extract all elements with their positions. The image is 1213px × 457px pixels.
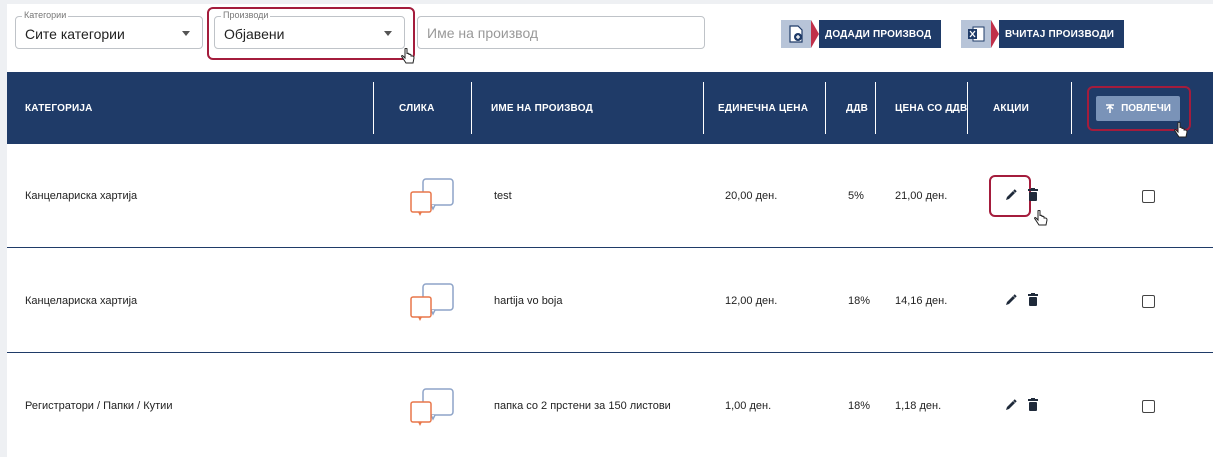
row-product-name: папка со 2 прстени за 150 листови <box>494 400 671 412</box>
row-price-with-vat: 21,00 ден. <box>895 190 948 202</box>
column-header-category[interactable]: КАТЕГОРИЈА <box>25 72 93 144</box>
column-divider <box>1071 82 1072 134</box>
column-divider <box>373 82 374 134</box>
category-select-value: Сите категории <box>25 26 125 42</box>
products-select-value: Објавени <box>224 26 285 42</box>
image-placeholder-icon[interactable] <box>409 178 457 218</box>
products-status-select[interactable]: Производи Објавени <box>214 10 405 49</box>
row-unit-price: 12,00 ден. <box>725 295 778 307</box>
table-row: Канцелариска хартија test 20,00 ден. 5% … <box>7 144 1213 248</box>
category-select[interactable]: Категории Сите категории <box>15 10 203 49</box>
product-search-field[interactable]: Име на производ <box>417 16 705 49</box>
import-products-notch <box>991 20 999 48</box>
upload-icon <box>1106 103 1115 113</box>
row-category: Канцелариска хартија <box>25 190 138 202</box>
import-products-button[interactable]: ВЧИТАЈ ПРОИЗВОДИ <box>961 20 1125 48</box>
row-category: Регистратори / Папки / Кутии <box>25 400 173 412</box>
pencil-icon[interactable] <box>1005 398 1017 411</box>
trash-icon[interactable] <box>1028 188 1038 201</box>
excel-icon <box>961 20 991 48</box>
add-product-label: ДОДАДИ ПРОИЗВОД <box>819 20 942 48</box>
product-search-placeholder: Име на производ <box>427 25 539 41</box>
row-category: Канцелариска хартија <box>25 295 138 307</box>
row-product-name: test <box>494 190 512 202</box>
column-header-actions: АКЦИИ <box>993 102 1030 114</box>
column-header-vat[interactable]: ДДВ <box>846 72 868 144</box>
row-actions <box>1005 293 1038 306</box>
image-placeholder-icon[interactable] <box>409 388 457 428</box>
document-add-icon <box>781 20 811 48</box>
column-divider <box>875 82 876 134</box>
row-actions <box>1005 188 1038 201</box>
products-panel: Категории Сите категории Производи Објав… <box>7 4 1213 457</box>
hand-cursor-icon <box>401 48 415 64</box>
pull-button-label: ПОВЛЕЧИ <box>1121 103 1171 114</box>
table-row: Регистратори / Папки / Кутии папка со 2 … <box>7 354 1213 457</box>
pencil-icon[interactable] <box>1005 188 1017 201</box>
column-divider <box>471 82 472 134</box>
pencil-icon[interactable] <box>1005 293 1017 306</box>
row-select-checkbox[interactable] <box>1142 295 1155 308</box>
hand-cursor-icon <box>1174 122 1188 138</box>
table-row: Канцелариска хартија hartija vo boja 12,… <box>7 249 1213 353</box>
hand-cursor-icon <box>1034 210 1048 226</box>
table-header: КАТЕГОРИЈА СЛИКА ИМЕ НА ПРОИЗВОД ЕДИНЕЧН… <box>7 72 1213 144</box>
column-divider <box>967 82 968 134</box>
column-header-image[interactable]: СЛИКА <box>399 72 435 144</box>
row-select-checkbox[interactable] <box>1142 400 1155 413</box>
trash-icon[interactable] <box>1028 293 1038 306</box>
category-select-legend: Категории <box>22 10 69 21</box>
row-vat: 5% <box>848 190 864 202</box>
import-products-label: ВЧИТАЈ ПРОИЗВОДИ <box>999 20 1125 48</box>
add-product-button[interactable]: ДОДАДИ ПРОИЗВОД <box>781 20 942 48</box>
row-unit-price: 1,00 ден. <box>725 400 772 412</box>
row-select-checkbox[interactable] <box>1142 190 1155 203</box>
column-header-name[interactable]: ИМЕ НА ПРОИЗВОД <box>491 72 593 144</box>
row-actions <box>1005 398 1038 411</box>
chevron-down-icon <box>384 31 392 36</box>
row-product-name: hartija vo boja <box>494 295 563 307</box>
pull-button[interactable]: ПОВЛЕЧИ <box>1096 96 1180 121</box>
row-price-with-vat: 14,16 ден. <box>895 295 948 307</box>
chevron-down-icon <box>182 31 190 36</box>
row-unit-price: 20,00 ден. <box>725 190 778 202</box>
column-divider <box>703 82 704 134</box>
row-vat: 18% <box>848 295 871 307</box>
trash-icon[interactable] <box>1028 398 1038 411</box>
row-price-with-vat: 1,18 ден. <box>895 400 942 412</box>
column-divider <box>825 82 826 134</box>
row-vat: 18% <box>848 400 871 412</box>
column-header-unit-price[interactable]: ЕДИНЕЧНА ЦЕНА <box>718 72 808 144</box>
products-select-legend: Производи <box>221 10 271 21</box>
image-placeholder-icon[interactable] <box>409 283 457 323</box>
column-header-price-with-vat[interactable]: ЦЕНА СО ДДВ <box>895 72 967 144</box>
add-product-notch <box>811 20 819 48</box>
